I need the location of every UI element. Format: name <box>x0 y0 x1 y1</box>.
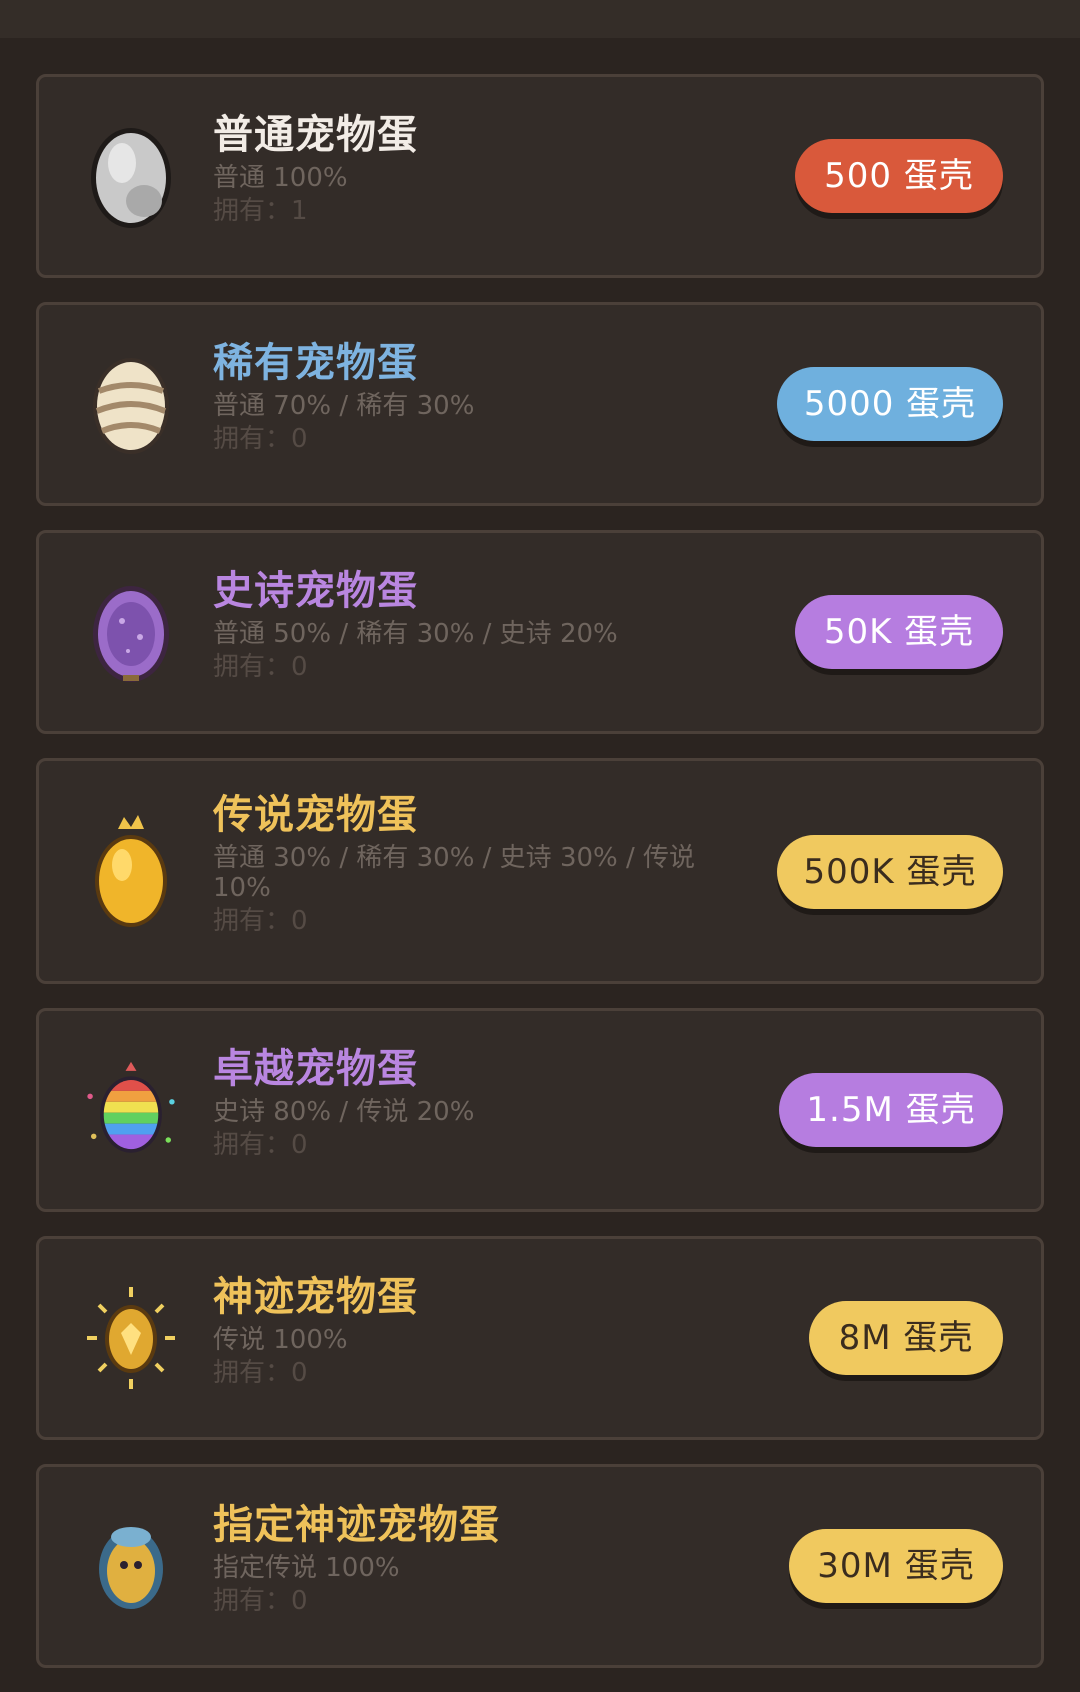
egg-odds: 普通 30% / 稀有 30% / 史诗 30% / 传说 10% <box>213 843 696 903</box>
buy-button[interactable]: 500 蛋壳 <box>795 139 1003 213</box>
buy-button[interactable]: 1.5M 蛋壳 <box>779 1073 1003 1147</box>
egg-owned-count: 拥有：0 <box>213 652 308 682</box>
radiant-egg-icon <box>81 1278 181 1398</box>
egg-info: 神迹宠物蛋 传说 100% 拥有：0 <box>213 1273 773 1391</box>
egg-odds: 史诗 80% / 传说 20% <box>213 1097 475 1127</box>
egg-card-epic: 史诗宠物蛋 普通 50% / 稀有 30% / 史诗 20% 拥有：0 50K … <box>36 530 1044 734</box>
rainbow-egg-icon <box>81 1050 181 1170</box>
top-bar <box>0 0 1080 38</box>
egg-card-excellent: 卓越宠物蛋 史诗 80% / 传说 20% 拥有：0 1.5M 蛋壳 <box>36 1008 1044 1212</box>
egg-name: 神迹宠物蛋 <box>213 1274 418 1320</box>
egg-owned-count: 拥有：0 <box>213 1358 308 1388</box>
egg-info: 稀有宠物蛋 普通 70% / 稀有 30% 拥有：0 <box>213 339 773 457</box>
egg-odds: 普通 50% / 稀有 30% / 史诗 20% <box>213 619 618 649</box>
buy-button[interactable]: 8M 蛋壳 <box>809 1301 1003 1375</box>
egg-info: 卓越宠物蛋 史诗 80% / 传说 20% 拥有：0 <box>213 1045 773 1163</box>
egg-info: 普通宠物蛋 普通 100% 拥有：1 <box>213 111 773 229</box>
egg-odds: 传说 100% <box>213 1325 348 1355</box>
egg-info: 传说宠物蛋 普通 30% / 稀有 30% / 史诗 30% / 传说 10% … <box>213 791 773 939</box>
egg-card-miracle: 神迹宠物蛋 传说 100% 拥有：0 8M 蛋壳 <box>36 1236 1044 1440</box>
egg-info: 指定神迹宠物蛋 指定传说 100% 拥有：0 <box>213 1501 773 1619</box>
egg-shop-list: 普通宠物蛋 普通 100% 拥有：1 500 蛋壳 稀有宠物蛋 普通 70% /… <box>36 74 1044 1692</box>
egg-info: 史诗宠物蛋 普通 50% / 稀有 30% / 史诗 20% 拥有：0 <box>213 567 773 685</box>
egg-name: 普通宠物蛋 <box>213 112 418 158</box>
egg-name: 史诗宠物蛋 <box>213 568 418 614</box>
egg-odds: 普通 100% <box>213 163 348 193</box>
egg-odds: 指定传说 100% <box>213 1553 400 1583</box>
egg-name: 稀有宠物蛋 <box>213 340 418 386</box>
egg-card-common: 普通宠物蛋 普通 100% 拥有：1 500 蛋壳 <box>36 74 1044 278</box>
egg-owned-count: 拥有：0 <box>213 906 308 936</box>
egg-owned-count: 拥有：0 <box>213 1586 308 1616</box>
egg-odds: 普通 70% / 稀有 30% <box>213 391 475 421</box>
gray-egg-icon <box>81 116 181 236</box>
buy-button[interactable]: 50K 蛋壳 <box>795 595 1003 669</box>
golden-crown-egg-icon <box>81 811 181 931</box>
egg-owned-count: 拥有：0 <box>213 424 308 454</box>
buy-button[interactable]: 500K 蛋壳 <box>777 835 1003 909</box>
egg-name: 指定神迹宠物蛋 <box>213 1502 500 1548</box>
striped-egg-icon <box>81 344 181 464</box>
egg-card-legendary: 传说宠物蛋 普通 30% / 稀有 30% / 史诗 30% / 传说 10% … <box>36 758 1044 984</box>
hooded-egg-icon <box>81 1506 181 1626</box>
buy-button[interactable]: 30M 蛋壳 <box>789 1529 1003 1603</box>
egg-name: 传说宠物蛋 <box>213 792 418 838</box>
buy-button[interactable]: 5000 蛋壳 <box>777 367 1003 441</box>
egg-name: 卓越宠物蛋 <box>213 1046 418 1092</box>
egg-card-designated-miracle: 指定神迹宠物蛋 指定传说 100% 拥有：0 30M 蛋壳 <box>36 1464 1044 1668</box>
egg-owned-count: 拥有：0 <box>213 1130 308 1160</box>
egg-card-rare: 稀有宠物蛋 普通 70% / 稀有 30% 拥有：0 5000 蛋壳 <box>36 302 1044 506</box>
purple-egg-icon <box>81 572 181 692</box>
egg-owned-count: 拥有：1 <box>213 196 308 226</box>
